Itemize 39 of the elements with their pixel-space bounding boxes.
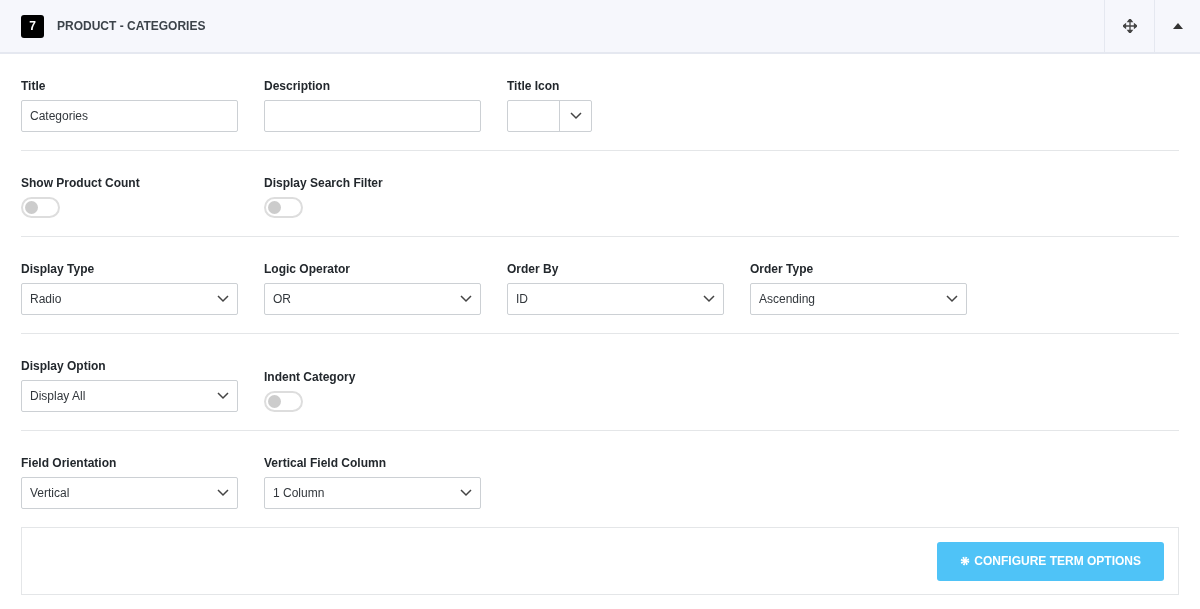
chevron-down-icon — [460, 295, 472, 303]
text-input[interactable] — [264, 100, 481, 132]
field-label: Order By — [507, 261, 560, 277]
text-input[interactable]: Categories — [21, 100, 238, 132]
toggle-switch[interactable] — [21, 197, 60, 218]
caret-up-icon — [1172, 23, 1183, 29]
field-label: Field Orientation — [21, 455, 118, 471]
field-label: Show Product Count — [21, 175, 141, 191]
field-label: Description — [264, 78, 331, 94]
select-dropdown[interactable]: ID — [507, 283, 724, 315]
field-label: Order Type — [750, 261, 815, 277]
field-label: Display Option — [21, 358, 107, 374]
select-dropdown[interactable]: OR — [264, 283, 481, 315]
field-label: Title Icon — [507, 78, 561, 94]
move-arrows-icon — [1122, 19, 1137, 33]
field-label: Vertical Field Column — [264, 455, 388, 471]
chevron-down-icon — [217, 489, 229, 497]
field-label: Title — [21, 78, 47, 94]
chevron-down-icon — [460, 489, 472, 497]
chevron-down-icon — [946, 295, 958, 303]
select-dropdown[interactable]: Display All — [21, 380, 238, 412]
icon-picker[interactable] — [507, 100, 592, 132]
select-dropdown[interactable]: Ascending — [750, 283, 967, 315]
field-label: Display Type — [21, 261, 96, 277]
chevron-down-icon — [217, 392, 229, 400]
select-dropdown[interactable]: 1 Column — [264, 477, 481, 509]
toggle-switch[interactable] — [264, 197, 303, 218]
section-title: PRODUCT - CATEGORIES — [57, 18, 206, 35]
select-dropdown[interactable]: Radio — [21, 283, 238, 315]
section-number: 7 — [21, 14, 44, 38]
chevron-down-icon — [703, 295, 715, 303]
field-label: Display Search Filter — [264, 175, 384, 191]
chevron-down-icon — [569, 112, 582, 120]
gear-icon — [960, 556, 971, 566]
select-dropdown[interactable]: Vertical — [21, 477, 238, 509]
chevron-down-icon — [217, 295, 229, 303]
field-label: Indent Category — [264, 369, 357, 385]
field-label: Logic Operator — [264, 261, 351, 277]
toggle-switch[interactable] — [264, 391, 303, 412]
